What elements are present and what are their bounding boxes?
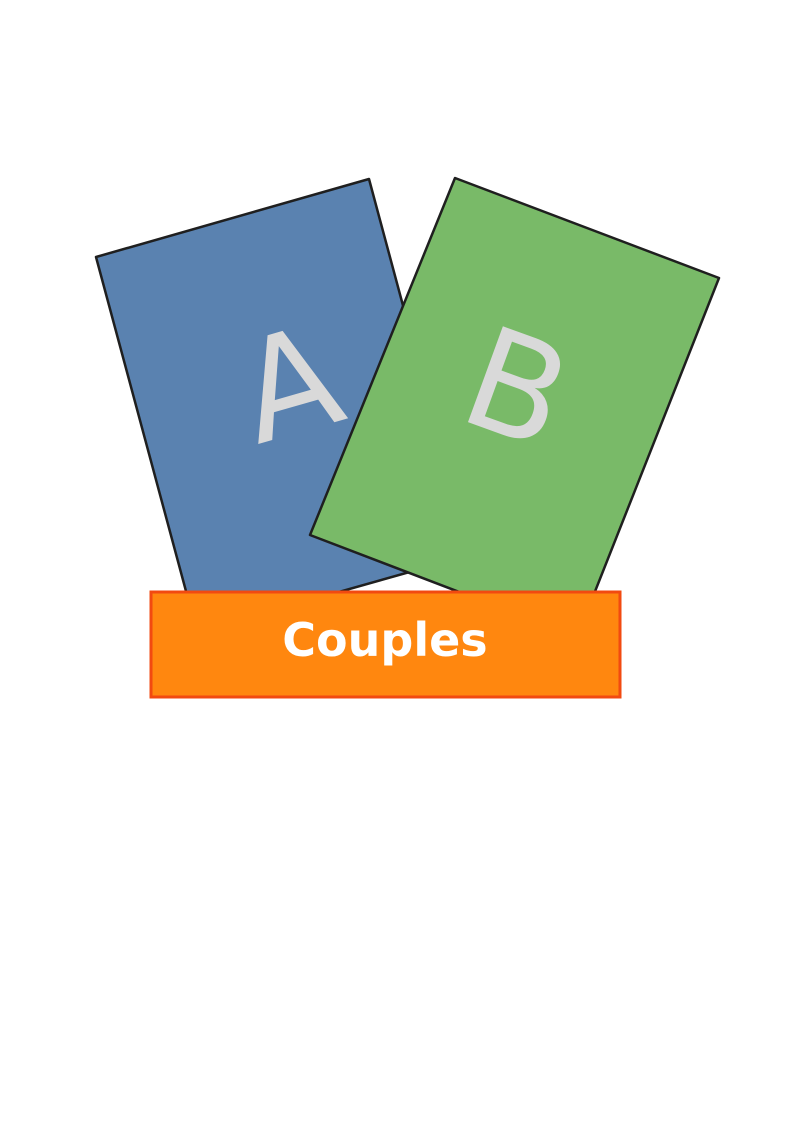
banner-label: Couples	[282, 613, 487, 667]
couples-banner: Couples	[149, 590, 622, 699]
couples-illustration: A B Couples	[94, 176, 721, 699]
